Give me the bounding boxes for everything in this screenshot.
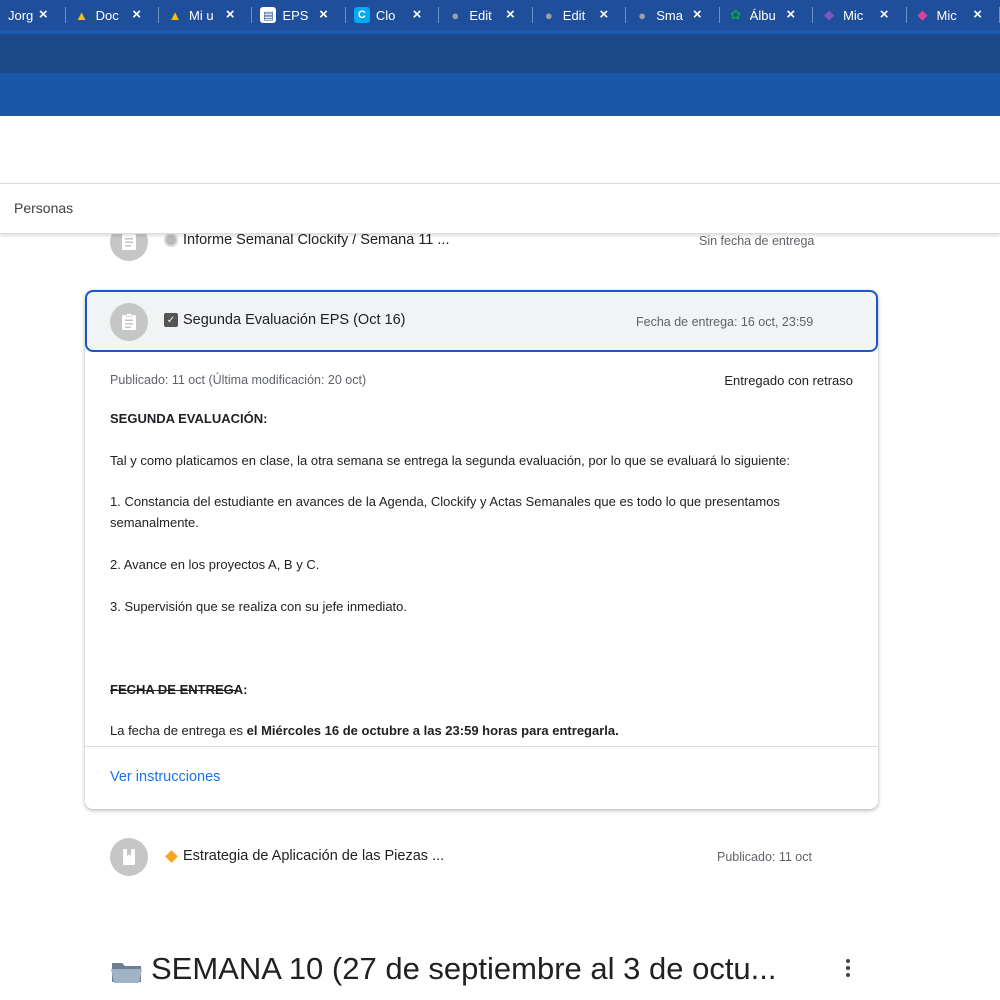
instructions-point-1: 1. Constancia del estudiante en avances … xyxy=(110,494,780,530)
due-text: La fecha de entrega es el Miércoles 16 d… xyxy=(110,723,619,738)
material-icon xyxy=(110,838,148,876)
browser-tab-title: Jorg xyxy=(8,7,34,23)
globe-icon: ● xyxy=(451,7,460,23)
assignment-row-title[interactable]: Informe Semanal Clockify / Semana 11 ... xyxy=(164,232,450,248)
instructions-heading: SEGUNDA EVALUACIÓN: xyxy=(110,411,268,426)
people-tab[interactable]: Personas xyxy=(14,200,73,216)
class-header-area xyxy=(0,116,1000,184)
checkbox-emoji-icon: ✓ xyxy=(164,313,178,327)
expanded-assignment-card: ✓ Segunda Evaluación EPS (Oct 16) Fecha … xyxy=(85,290,878,809)
due-date-label: Sin fecha de entrega xyxy=(699,234,815,248)
browser-tab-title: Clo xyxy=(375,7,396,23)
submission-status: Entregado con retraso xyxy=(724,373,853,388)
close-tab-icon[interactable]: × xyxy=(39,6,48,23)
due-date-label: Fecha de entrega: 16 oct, 23:59 xyxy=(636,315,814,329)
browser-tab-title: Edit xyxy=(562,7,586,23)
assignment-icon xyxy=(110,303,148,341)
clover-icon: ✿ xyxy=(730,7,742,22)
close-tab-icon[interactable]: × xyxy=(973,6,982,23)
header-band-top xyxy=(0,30,1000,73)
orange-diamond-emoji-icon xyxy=(165,849,178,863)
globe-icon: ● xyxy=(638,7,647,23)
google-forms-icon: ▤ xyxy=(260,7,277,23)
browser-tab-title: Sma xyxy=(656,7,683,23)
due-heading: FECHA DE ENTREGA: xyxy=(110,682,248,697)
browser-tab[interactable]: ✿ Álbu × xyxy=(720,0,814,30)
clockify-icon: C xyxy=(353,7,370,23)
close-tab-icon[interactable]: × xyxy=(786,6,795,23)
browser-tab-strip: Jorg × ▲ Doc × ▲ Mi u × ▤ EPS × C Clo × ● Edit × ● Edit × ● S… xyxy=(0,0,1000,30)
close-tab-icon[interactable]: × xyxy=(132,6,141,23)
browser-tab[interactable]: ▤ EPS × xyxy=(252,0,346,30)
seal-emoji-icon xyxy=(164,233,178,247)
close-tab-icon[interactable]: × xyxy=(413,6,422,23)
assignment-details: Publicado: 11 oct (Última modificación: … xyxy=(85,352,878,746)
instructions-intro: Tal y como platicamos en clase, la otra … xyxy=(110,453,791,468)
close-tab-icon[interactable]: × xyxy=(226,6,235,23)
instructions-point-3: 3. Supervisión que se realiza con su jef… xyxy=(110,599,408,614)
browser-tab[interactable]: Jorg × xyxy=(0,0,66,30)
material-row-title[interactable]: Estrategia de Aplicación de las Piezas .… xyxy=(164,848,444,864)
browser-tab[interactable]: ▲ Mi u × xyxy=(159,0,253,30)
close-tab-icon[interactable]: × xyxy=(599,6,608,23)
published-label: Publicado: 11 oct xyxy=(717,850,812,864)
close-tab-icon[interactable]: × xyxy=(506,6,515,23)
people-tab-bar: Personas xyxy=(0,184,1000,234)
assignment-title: ✓ Segunda Evaluación EPS (Oct 16) xyxy=(164,312,405,328)
browser-tab[interactable]: C Clo × xyxy=(346,0,440,30)
folder-emoji-icon xyxy=(110,956,143,983)
browser-tab[interactable]: ▲ Doc × xyxy=(66,0,160,30)
copilot-icon: ◆ xyxy=(917,7,928,22)
copilot-icon: ◆ xyxy=(824,7,835,22)
card-footer: Ver instrucciones xyxy=(85,746,878,809)
instructions-point-2: 2. Avance en los proyectos A, B y C. xyxy=(110,557,320,572)
browser-tab[interactable]: ◆ Mic × xyxy=(907,0,1000,30)
browser-tab-title: Mic xyxy=(936,7,957,23)
browser-tab-title: Mi u xyxy=(189,7,214,23)
published-date: Publicado: 11 oct (Última modificación: … xyxy=(110,373,367,387)
google-drive-icon: ▲ xyxy=(75,7,89,23)
more-options-icon[interactable] xyxy=(843,956,853,980)
browser-tab-title: Mic xyxy=(843,7,864,23)
google-drive-icon: ▲ xyxy=(168,7,182,23)
assignment-card-header[interactable]: ✓ Segunda Evaluación EPS (Oct 16) Fecha … xyxy=(85,290,878,352)
browser-tab-title: Álbu xyxy=(749,7,776,23)
close-tab-icon[interactable]: × xyxy=(693,6,702,23)
header-band xyxy=(0,73,1000,116)
close-tab-icon[interactable]: × xyxy=(880,6,889,23)
browser-tab[interactable]: ● Edit × xyxy=(439,0,533,30)
browser-tab-title: Doc xyxy=(95,7,119,23)
globe-icon: ● xyxy=(544,7,553,23)
browser-tab-title: Edit xyxy=(469,7,492,23)
close-tab-icon[interactable]: × xyxy=(319,6,328,23)
browser-tab[interactable]: ◆ Mic × xyxy=(813,0,907,30)
browser-tab[interactable]: ● Sma × xyxy=(626,0,720,30)
browser-tab-title: EPS xyxy=(282,7,309,23)
view-instructions-link[interactable]: Ver instrucciones xyxy=(110,769,220,785)
topic-section-title: SEMANA 10 (27 de septiembre al 3 de octu… xyxy=(110,946,777,992)
browser-tab[interactable]: ● Edit × xyxy=(533,0,627,30)
